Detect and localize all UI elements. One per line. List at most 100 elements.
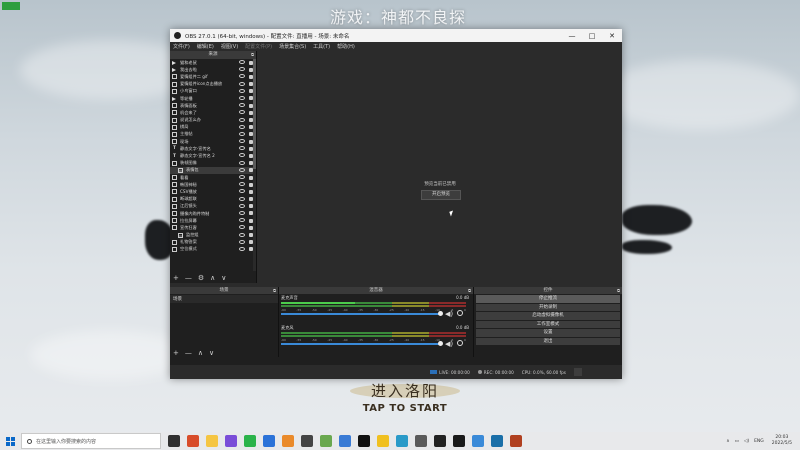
- taskbar-app-icon[interactable]: [301, 435, 313, 447]
- source-item[interactable]: CSV播放: [170, 188, 256, 195]
- taskbar-app-icon[interactable]: [168, 435, 180, 447]
- visibility-eye-icon[interactable]: [239, 146, 245, 151]
- source-item[interactable]: 现场: [170, 138, 256, 145]
- source-item[interactable]: 摄像内购件特制: [170, 210, 256, 217]
- taskbar-app-icon[interactable]: [491, 435, 503, 447]
- source-item[interactable]: ▭ 表情包: [170, 166, 256, 174]
- taskbar-app-icon[interactable]: [263, 435, 275, 447]
- enter-prompt[interactable]: 进入洛阳 TAP TO START: [340, 380, 470, 414]
- taskbar-app-icon[interactable]: [320, 435, 332, 447]
- source-item[interactable]: 机会来了: [170, 109, 256, 116]
- language-indicator[interactable]: ENG: [754, 439, 764, 444]
- visibility-eye-icon[interactable]: [239, 246, 245, 251]
- visibility-eye-icon[interactable]: [239, 117, 245, 122]
- taskbar-app-icon[interactable]: [282, 435, 294, 447]
- source-item[interactable]: 表情面板: [170, 102, 256, 109]
- taskbar-app-icon[interactable]: [358, 435, 370, 447]
- taskbar-app-icon[interactable]: [434, 435, 446, 447]
- enable-preview-button[interactable]: 开启预览: [421, 190, 461, 200]
- visibility-eye-icon[interactable]: [239, 139, 245, 144]
- menu-item[interactable]: 视图(V): [221, 43, 238, 50]
- start-virtual-camera-button[interactable]: 启动虚拟摄像机: [476, 312, 620, 320]
- menu-item[interactable]: 文件(F): [173, 43, 190, 50]
- gear-icon[interactable]: [457, 340, 463, 346]
- tap-to-start[interactable]: TAP TO START: [340, 403, 470, 414]
- visibility-eye-icon[interactable]: [239, 81, 245, 86]
- network-icon[interactable]: ▭: [735, 439, 739, 444]
- move-down-icon[interactable]: ∨: [221, 274, 226, 282]
- studio-mode-button[interactable]: 工作室模式: [476, 320, 620, 328]
- taskbar-app-icon[interactable]: [206, 435, 218, 447]
- source-item[interactable]: 我出去啦: [170, 66, 256, 73]
- source-item[interactable]: 爱情组件icon点击播放: [170, 81, 256, 88]
- source-item[interactable]: 棋局: [170, 124, 256, 131]
- menu-item[interactable]: 编辑(E): [197, 43, 214, 50]
- taskbar-search[interactable]: 在这里输入你要搜索的内容: [21, 433, 161, 449]
- visibility-eye-icon[interactable]: [239, 203, 245, 208]
- slider-knob[interactable]: [438, 341, 443, 346]
- taskbar-app-icon[interactable]: [472, 435, 484, 447]
- source-item[interactable]: ▭ 监控组: [170, 232, 256, 239]
- gear-icon[interactable]: [457, 310, 463, 316]
- menu-item[interactable]: 配置文件(P): [245, 43, 272, 50]
- exit-button[interactable]: 退出: [476, 337, 620, 345]
- volume-icon[interactable]: ◁): [744, 439, 749, 444]
- remove-scene-icon[interactable]: —: [185, 349, 192, 357]
- taskbar-app-icon[interactable]: [225, 435, 237, 447]
- sources-scrollbar[interactable]: [253, 59, 256, 271]
- close-button[interactable]: ✕: [602, 32, 622, 40]
- remove-source-icon[interactable]: —: [185, 274, 192, 282]
- undock-icon[interactable]: ⧉: [468, 287, 471, 294]
- clock[interactable]: 20:03 2022/5/5: [772, 435, 792, 447]
- taskbar-app-icon[interactable]: [244, 435, 256, 447]
- source-item[interactable]: 说说怎么办: [170, 117, 256, 124]
- source-item[interactable]: 江后镜头: [170, 203, 256, 210]
- visibility-eye-icon[interactable]: [239, 160, 245, 165]
- menu-item[interactable]: 帮助(H): [337, 43, 355, 50]
- chevron-up-icon[interactable]: ∧: [726, 439, 729, 444]
- visibility-eye-icon[interactable]: [239, 67, 245, 72]
- visibility-eye-icon[interactable]: [239, 103, 245, 108]
- visibility-eye-icon[interactable]: [239, 95, 245, 100]
- speaker-icon[interactable]: ◀): [445, 340, 453, 348]
- visibility-eye-icon[interactable]: [239, 60, 245, 64]
- visibility-eye-icon[interactable]: [239, 175, 245, 179]
- visibility-eye-icon[interactable]: [239, 124, 245, 129]
- volume-slider[interactable]: [281, 311, 443, 316]
- resize-grip[interactable]: [574, 368, 582, 376]
- add-source-icon[interactable]: +: [173, 274, 179, 282]
- visibility-eye-icon[interactable]: [239, 167, 245, 172]
- visibility-eye-icon[interactable]: [239, 196, 245, 201]
- visibility-eye-icon[interactable]: [239, 210, 245, 215]
- source-item[interactable]: 小鸟窗口: [170, 88, 256, 95]
- menu-item[interactable]: 场景集合(S): [279, 43, 306, 50]
- visibility-eye-icon[interactable]: [239, 189, 245, 194]
- move-down-icon[interactable]: ∨: [209, 349, 214, 357]
- move-up-icon[interactable]: ∧: [210, 274, 215, 282]
- start-recording-button[interactable]: 开始录制: [476, 303, 620, 311]
- visibility-eye-icon[interactable]: [239, 239, 245, 244]
- speaker-icon[interactable]: ◀): [445, 310, 453, 318]
- add-scene-icon[interactable]: +: [173, 349, 179, 357]
- source-item[interactable]: T 静态文字-宣传名 2: [170, 152, 256, 159]
- settings-button[interactable]: 设置: [476, 329, 620, 337]
- source-item[interactable]: 猫和老鼠: [170, 59, 256, 66]
- taskbar-app-icon[interactable]: [377, 435, 389, 447]
- source-item[interactable]: 礼物答案: [170, 239, 256, 246]
- scrollbar-thumb[interactable]: [253, 59, 256, 169]
- source-item[interactable]: T 静态文字-宣传名: [170, 145, 256, 152]
- undock-icon[interactable]: ⧉: [273, 287, 276, 294]
- visibility-eye-icon[interactable]: [239, 225, 245, 230]
- slider-knob[interactable]: [438, 311, 443, 316]
- source-item[interactable]: 爱情组件二 gif: [170, 73, 256, 80]
- menu-item[interactable]: 工具(T): [313, 43, 330, 50]
- source-item[interactable]: 空位模式: [170, 246, 256, 253]
- source-item[interactable]: 看看: [170, 174, 256, 181]
- visibility-eye-icon[interactable]: [239, 88, 245, 93]
- source-item[interactable]: 主推帖: [170, 131, 256, 138]
- visibility-eye-icon[interactable]: [239, 153, 245, 158]
- source-item[interactable]: 等轮播: [170, 95, 256, 102]
- source-item[interactable]: 拉拉屏幕: [170, 217, 256, 224]
- source-item[interactable]: 断球超联: [170, 196, 256, 203]
- undock-icon[interactable]: ⧉: [617, 287, 620, 294]
